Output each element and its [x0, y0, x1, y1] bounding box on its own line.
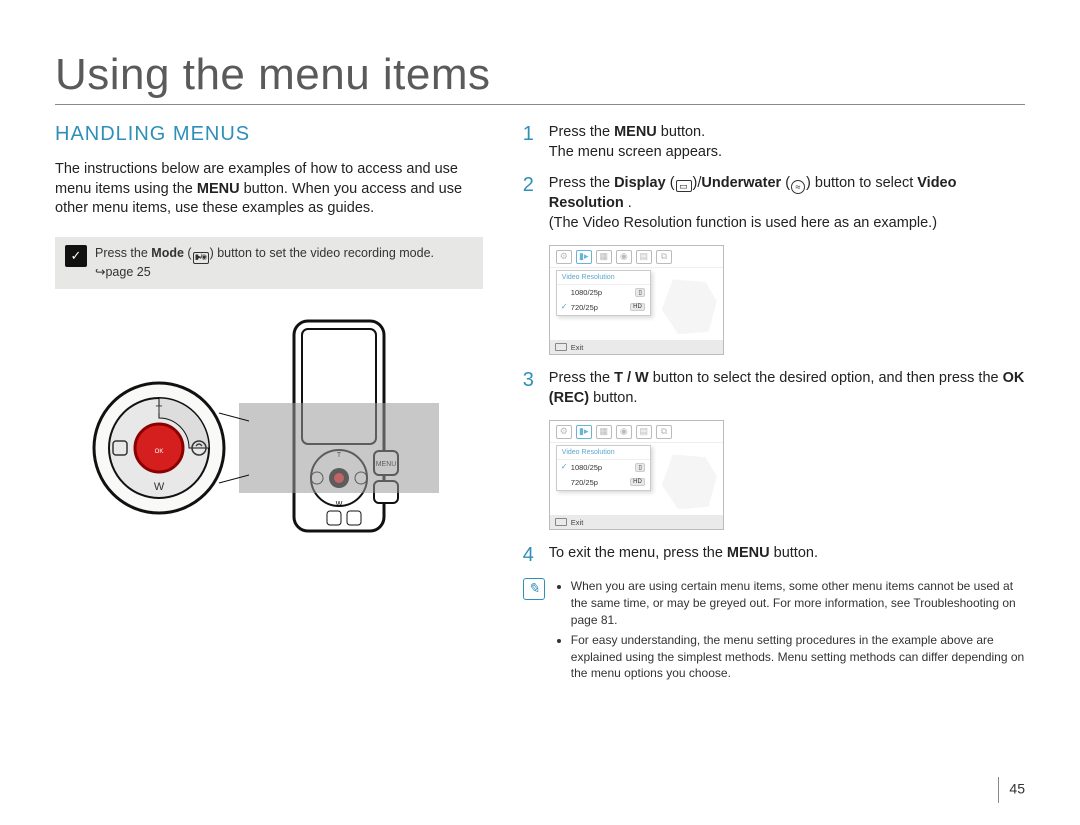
tip-pageref: page 25	[105, 265, 150, 279]
ss-tab-icon: ▤	[636, 250, 652, 264]
ss-tab-icon: ◉	[616, 250, 632, 264]
step-2-number: 2	[523, 174, 537, 233]
hd-tag: HD	[630, 478, 645, 486]
hd-tag: HD	[630, 303, 645, 311]
step-2-text: Press the Display (▭)/Underwater (≈) but…	[549, 174, 1025, 233]
step-3-number: 3	[523, 369, 537, 408]
svg-text:OK: OK	[155, 449, 164, 455]
hd-tag: ▯	[635, 463, 644, 472]
note-item: When you are using certain menu items, s…	[571, 578, 1025, 628]
menu-screenshot-1: ⚙ ▮▸ ▦ ◉ ▤ ⧉ Video Resolution 1080/25p▯ …	[549, 245, 724, 355]
tip-text: Press the Mode (▮▸/◉) button to set the …	[95, 245, 434, 281]
note-box: ✎ When you are using certain menu items,…	[523, 578, 1025, 685]
ss-tab-active-icon: ▮▸	[576, 250, 592, 264]
ss-tab-icon: ⚙	[556, 250, 572, 264]
svg-text:W: W	[336, 501, 343, 508]
hd-tag: ▯	[635, 288, 644, 297]
ss-tab-icon: ⧉	[656, 425, 672, 439]
svg-text:T: T	[156, 404, 163, 416]
tip-suffix: ) button to set the video recording mode…	[210, 246, 434, 260]
ss-panel-header: Video Resolution	[557, 446, 650, 460]
zoom-overlay	[239, 403, 439, 493]
step-2: 2 Press the Display (▭)/Underwater (≈) b…	[523, 174, 1025, 233]
note-icon: ✎	[523, 578, 545, 600]
section-heading: HANDLING MENUS	[55, 123, 483, 146]
step-1: 1 Press the MENU button. The menu screen…	[523, 123, 1025, 162]
title-rule	[55, 104, 1025, 105]
intro-paragraph: The instructions below are examples of h…	[55, 160, 483, 219]
note-item: For easy understanding, the menu setting…	[571, 632, 1025, 682]
ss-exit: Exit	[571, 343, 584, 352]
step-3-text: Press the T / W button to select the des…	[549, 369, 1025, 408]
ss-panel: Video Resolution 1080/25p▯ 720/25pHD	[556, 270, 651, 316]
ss-bg-shape	[662, 454, 717, 509]
step-1-text: Press the MENU button. The menu screen a…	[549, 123, 722, 162]
ss-row: 720/25pHD	[557, 475, 650, 490]
ss-bg-shape	[662, 279, 717, 334]
step-1-number: 1	[523, 123, 537, 162]
ss-tab-icon: ◉	[616, 425, 632, 439]
step-4: 4 To exit the menu, press the MENU butto…	[523, 544, 1025, 566]
underwater-icon: ≈	[791, 180, 805, 194]
device-illustration: MENU T W	[55, 303, 483, 583]
ss-row-selected: 1080/25p▯	[557, 460, 650, 475]
ss-tab-active-icon: ▮▸	[576, 425, 592, 439]
dpad-callout-icon: OK T W	[94, 383, 224, 513]
tip-bold: Mode	[151, 246, 184, 260]
ss-panel: Video Resolution 1080/25p▯ 720/25pHD	[556, 445, 651, 491]
display-icon: ▭	[676, 180, 692, 192]
mode-video-photo-icon: ▮▸/◉	[193, 252, 209, 264]
menu-icon	[555, 518, 567, 526]
menu-screenshot-2: ⚙ ▮▸ ▦ ◉ ▤ ⧉ Video Resolution 1080/25p▯ …	[549, 420, 724, 530]
page-number: 45	[998, 777, 1025, 803]
menu-icon	[555, 343, 567, 351]
tip-prefix: Press the	[95, 246, 151, 260]
svg-text:W: W	[154, 481, 165, 493]
ss-exit: Exit	[571, 518, 584, 527]
ss-row: 1080/25p▯	[557, 285, 650, 300]
step-4-text: To exit the menu, press the MENU button.	[549, 544, 818, 566]
check-icon: ✓	[65, 245, 87, 267]
ss-tab-icon: ▦	[596, 425, 612, 439]
ss-panel-header: Video Resolution	[557, 271, 650, 285]
ss-tab-icon: ▦	[596, 250, 612, 264]
intro-bold: MENU	[197, 181, 240, 197]
arrow-icon: ↪	[95, 265, 105, 279]
tip-mid: (	[184, 246, 192, 260]
ss-row-selected: 720/25pHD	[557, 300, 650, 315]
page-title: Using the menu items	[55, 50, 1025, 100]
ss-tab-icon: ⚙	[556, 425, 572, 439]
step-3: 3 Press the T / W button to select the d…	[523, 369, 1025, 408]
ss-tab-icon: ▤	[636, 425, 652, 439]
left-column: HANDLING MENUS The instructions below ar…	[55, 123, 483, 686]
step-4-number: 4	[523, 544, 537, 566]
right-column: 1 Press the MENU button. The menu screen…	[523, 123, 1025, 686]
ss-tab-icon: ⧉	[656, 250, 672, 264]
tip-box: ✓ Press the Mode (▮▸/◉) button to set th…	[55, 237, 483, 289]
